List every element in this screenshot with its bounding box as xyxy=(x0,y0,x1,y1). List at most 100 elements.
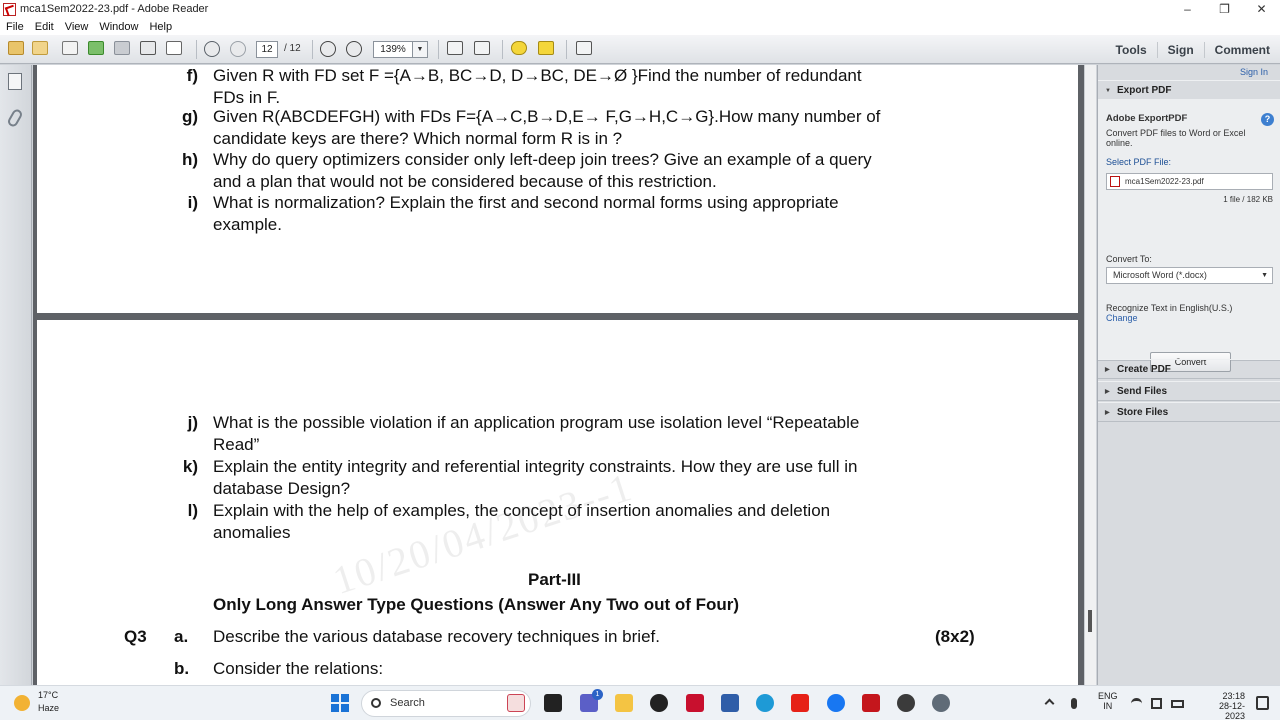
clock[interactable]: 23:18 28-12-2023 xyxy=(1203,691,1245,720)
calendar-widget-icon[interactable] xyxy=(507,694,525,712)
open-file-icon[interactable] xyxy=(32,41,50,57)
dell-icon[interactable] xyxy=(650,694,668,712)
file-explorer-icon[interactable] xyxy=(615,694,633,712)
navigation-pane xyxy=(0,65,32,685)
convert-to-label: Convert To: xyxy=(1106,254,1152,264)
region-code: IN xyxy=(1103,701,1113,711)
store-files-section[interactable]: Store Files xyxy=(1098,402,1280,423)
notifications-icon[interactable] xyxy=(1256,696,1269,710)
next-page-icon[interactable] xyxy=(230,41,248,57)
attachments-icon[interactable] xyxy=(6,107,24,129)
export-pdf-title: Adobe ExportPDF xyxy=(1106,113,1188,124)
maximize-button[interactable]: ❐ xyxy=(1206,0,1243,18)
document-viewer[interactable]: f) Given R with FD set F ={A→B, BC→D, D→… xyxy=(33,65,1088,685)
export-pdf-section-header[interactable]: Export PDF xyxy=(1098,80,1280,101)
menu-view[interactable]: View xyxy=(65,21,89,33)
zoom-out-icon[interactable] xyxy=(320,41,338,57)
previous-page-icon[interactable] xyxy=(204,41,222,57)
question-3b-label: b. xyxy=(174,659,190,678)
battery-icon[interactable] xyxy=(1171,700,1184,708)
adobe-reader-window: mca1Sem2022-23.pdf - Adobe Reader – ❐ ✕ … xyxy=(0,0,1280,720)
question-3a-text: Describe the various database recovery t… xyxy=(213,627,660,646)
window-controls: – ❐ ✕ xyxy=(1169,0,1280,18)
print-icon[interactable] xyxy=(140,41,158,57)
tools-pane: Sign In Export PDF Adobe ExportPDF ? Con… xyxy=(1097,65,1280,685)
chevron-down-icon: ▼ xyxy=(1261,272,1268,279)
page-number-input[interactable]: 12 xyxy=(256,41,278,58)
zoom-dropdown-arrow[interactable]: ▼ xyxy=(413,41,428,58)
vertical-scrollbar[interactable] xyxy=(1084,65,1096,685)
sign-in-link[interactable]: Sign In xyxy=(1240,67,1268,77)
export-description-line2: online. xyxy=(1106,138,1133,148)
wifi-icon[interactable] xyxy=(1131,698,1142,709)
edit-pdf-icon[interactable] xyxy=(62,41,80,57)
menu-file[interactable]: File xyxy=(6,21,24,33)
question-3a-label: a. xyxy=(174,627,189,646)
taskbar-search[interactable]: Search xyxy=(361,690,531,717)
adobe-reader-app-icon xyxy=(3,2,16,16)
fit-width-icon[interactable] xyxy=(474,41,492,57)
language-indicator[interactable]: ENG IN xyxy=(1098,691,1118,711)
comment-link[interactable]: Comment xyxy=(1203,41,1280,58)
change-language-link[interactable]: Change xyxy=(1106,313,1138,323)
export-pdf-panel: Adobe ExportPDF ? Convert PDF files to W… xyxy=(1098,99,1280,372)
comment-icon[interactable] xyxy=(511,41,529,57)
help-icon[interactable]: ? xyxy=(1261,113,1274,126)
menu-help[interactable]: Help xyxy=(149,21,172,33)
window-title: mca1Sem2022-23.pdf - Adobe Reader xyxy=(20,3,209,15)
select-file-label: Select PDF File: xyxy=(1106,157,1172,167)
chevron-up-icon[interactable] xyxy=(1044,698,1055,709)
question-3-marks: (8x2) xyxy=(935,627,975,646)
selected-file-field[interactable]: mca1Sem2022-23.pdf xyxy=(1106,173,1273,190)
youtube-icon[interactable] xyxy=(791,694,809,712)
microsoft-store-icon[interactable] xyxy=(721,694,739,712)
highlight-icon[interactable] xyxy=(538,41,556,57)
title-bar: mca1Sem2022-23.pdf - Adobe Reader – ❐ ✕ xyxy=(0,0,1280,18)
adobe-reader-taskbar-icon[interactable] xyxy=(862,694,880,712)
scrollbar-thumb[interactable] xyxy=(1088,610,1092,632)
volume-icon[interactable] xyxy=(1151,698,1162,709)
windows-start-icon[interactable] xyxy=(331,694,349,712)
send-files-section[interactable]: Send Files xyxy=(1098,381,1280,402)
menu-edit[interactable]: Edit xyxy=(35,21,54,33)
close-button[interactable]: ✕ xyxy=(1243,0,1280,18)
question-3b-text: Consider the relations: xyxy=(213,659,384,678)
sign-link[interactable]: Sign xyxy=(1156,41,1204,58)
part-subtitle: Only Long Answer Type Questions (Answer … xyxy=(213,595,740,614)
save-icon[interactable] xyxy=(114,41,132,57)
upload-icon[interactable] xyxy=(88,41,106,57)
create-pdf-icon[interactable] xyxy=(8,41,26,57)
convert-format-value: Microsoft Word (*.docx) xyxy=(1113,270,1207,280)
fit-page-icon[interactable] xyxy=(447,41,465,57)
clock-date: 28-12-2023 xyxy=(1218,701,1245,720)
pdf-page-12: j) What is the possible violation if an … xyxy=(37,320,1078,685)
search-icon xyxy=(371,698,381,708)
pdf-file-icon xyxy=(1110,176,1120,187)
minimize-button[interactable]: – xyxy=(1169,0,1206,18)
windows-taskbar: 17°C Haze Search 1 ENG IN 23:18 28-12-20… xyxy=(0,685,1280,720)
convert-format-select[interactable]: Microsoft Word (*.docx) ▼ xyxy=(1106,267,1273,284)
microphone-icon[interactable] xyxy=(1071,698,1077,709)
clock-time: 23:18 xyxy=(1222,691,1245,701)
toolbar-panel-links: Tools Sign Comment xyxy=(1106,35,1280,64)
task-view-icon[interactable] xyxy=(544,694,562,712)
file-info: 1 file / 182 KB xyxy=(1223,195,1273,204)
toolbar: 12 / 12 139% ▼ Tools Sign Comment xyxy=(0,35,1280,64)
create-pdf-section[interactable]: Create PDF xyxy=(1098,359,1280,380)
page-thumbnails-icon[interactable] xyxy=(8,73,22,90)
zoom-level-input[interactable]: 139% xyxy=(373,41,413,58)
edge-browser-icon[interactable] xyxy=(756,694,774,712)
menu-window[interactable]: Window xyxy=(99,21,138,33)
language-code: ENG xyxy=(1098,691,1118,701)
fullscreen-icon[interactable] xyxy=(576,41,594,57)
tools-link[interactable]: Tools xyxy=(1106,42,1157,58)
zoom-in-icon[interactable] xyxy=(346,41,364,57)
temperature: 17°C xyxy=(38,690,59,700)
chrome-icon[interactable] xyxy=(897,694,915,712)
mcafee-icon[interactable] xyxy=(686,694,704,712)
haze-weather-icon xyxy=(14,695,30,711)
facebook-icon[interactable] xyxy=(827,694,845,712)
email-icon[interactable] xyxy=(166,41,184,57)
settings-gear-icon[interactable] xyxy=(932,694,950,712)
export-description-line1: Convert PDF files to Word or Excel xyxy=(1106,128,1246,138)
